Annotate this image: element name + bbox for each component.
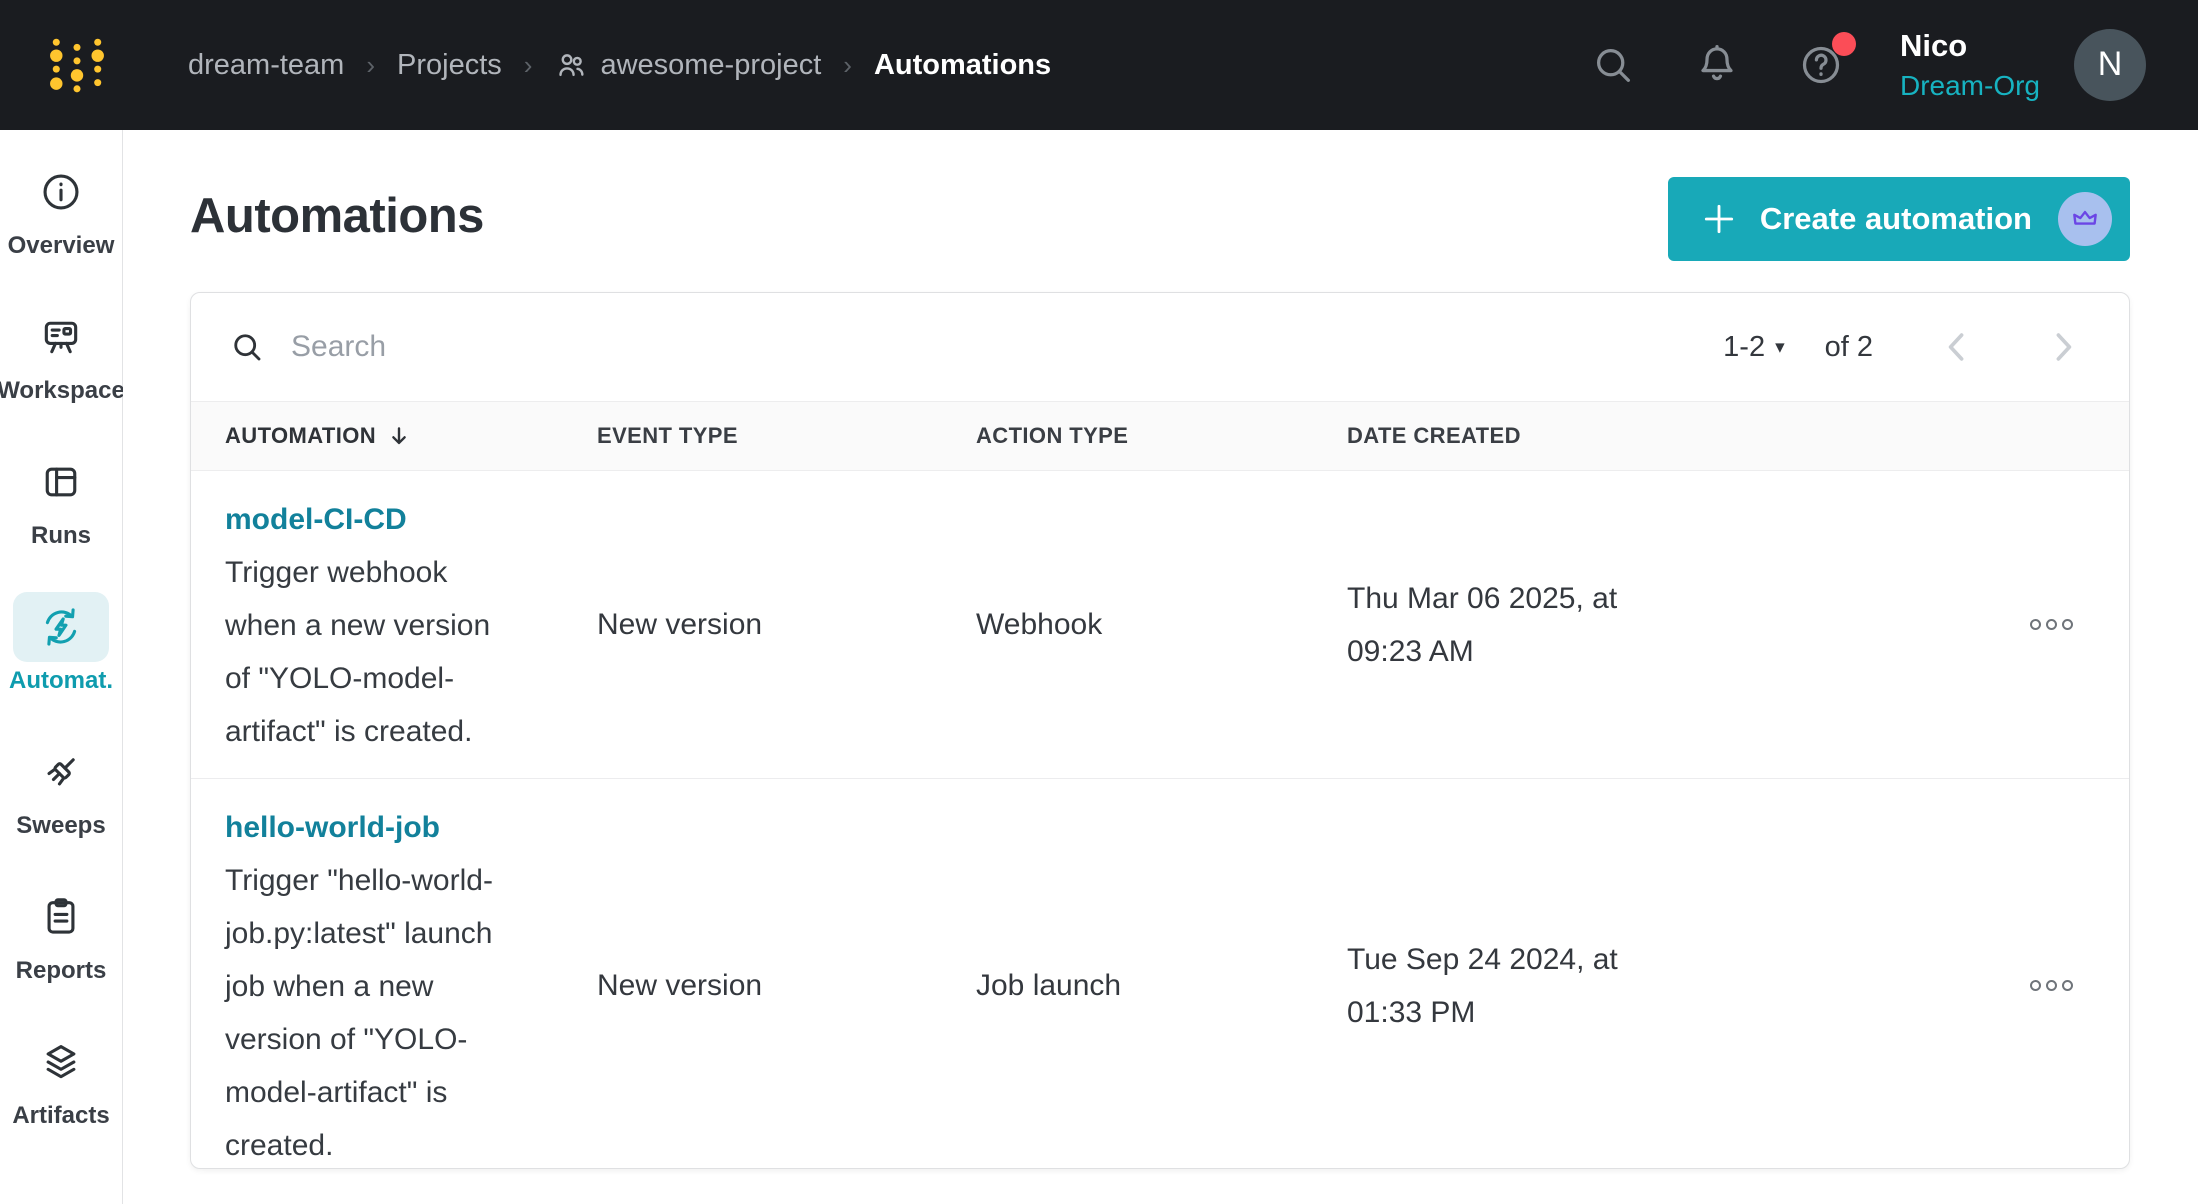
avatar[interactable]: N <box>2074 29 2146 101</box>
breadcrumb-separator: › <box>843 50 852 81</box>
sidebar-item-label: Automat. <box>9 667 113 695</box>
runs-table-icon <box>39 460 83 504</box>
team-people-icon <box>554 48 588 82</box>
breadcrumb-projects[interactable]: Projects <box>397 49 502 82</box>
premium-crown-badge <box>2058 192 2112 246</box>
breadcrumb-project-label: awesome-project <box>600 49 821 82</box>
date-created-cell: Thu Mar 06 2025, at 09:23 AM <box>1347 572 1657 678</box>
sidebar-item-label: Sweeps <box>16 812 105 840</box>
chevron-right-icon <box>2041 325 2085 369</box>
topbar: dream-team › Projects › awesome-project … <box>0 0 2198 130</box>
notifications-button[interactable] <box>1694 42 1740 88</box>
previous-page-button[interactable] <box>1935 325 1979 369</box>
next-page-button[interactable] <box>2041 325 2085 369</box>
info-icon <box>39 170 83 214</box>
column-header-action-type[interactable]: ACTION TYPE <box>976 423 1347 449</box>
breadcrumb-current-page[interactable]: Automations <box>874 49 1051 82</box>
ellipsis-menu-icon <box>2062 980 2073 991</box>
table-row: hello-world-job Trigger "hello-world-job… <box>191 779 2129 1169</box>
sidebar-item-label: Workspace <box>0 377 125 405</box>
breadcrumb-separator: › <box>366 50 375 81</box>
help-button[interactable] <box>1798 42 1844 88</box>
reports-clipboard-icon <box>39 895 83 939</box>
breadcrumb: dream-team › Projects › awesome-project … <box>188 48 1051 82</box>
main-content: Automations Create automation 1-2 ▾ of 2 <box>123 130 2198 1204</box>
page-title: Automations <box>190 188 484 244</box>
search-button[interactable] <box>1590 42 1636 88</box>
sweeps-broom-icon <box>39 750 83 794</box>
table-toolbar: 1-2 ▾ of 2 <box>191 293 2129 401</box>
search-icon <box>1590 42 1636 88</box>
event-type-cell: New version <box>597 608 976 642</box>
ellipsis-menu-icon <box>2030 619 2041 630</box>
row-menu-button[interactable] <box>2030 619 2129 630</box>
notification-dot <box>1832 32 1856 56</box>
bell-icon <box>1694 42 1740 88</box>
sidebar: Overview Workspace Runs Automat. <box>0 130 123 1204</box>
column-header-event-type[interactable]: EVENT TYPE <box>597 423 976 449</box>
automation-name-link[interactable]: hello-world-job <box>225 801 440 854</box>
ellipsis-menu-icon <box>2046 619 2057 630</box>
sidebar-item-automations[interactable]: Automat. <box>0 571 122 716</box>
search-input[interactable] <box>291 330 1723 364</box>
sidebar-item-label: Reports <box>16 957 107 985</box>
create-automation-label: Create automation <box>1760 201 2032 237</box>
artifacts-layers-icon <box>39 1040 83 1084</box>
chevron-left-icon <box>1935 325 1979 369</box>
pagination-range: 1-2 <box>1723 331 1765 364</box>
user-name: Nico <box>1900 25 1967 67</box>
ellipsis-menu-icon <box>2046 980 2057 991</box>
pagination: 1-2 ▾ of 2 <box>1723 325 2085 369</box>
automation-name-link[interactable]: model-CI-CD <box>225 493 407 546</box>
sidebar-item-overview[interactable]: Overview <box>0 136 122 281</box>
sidebar-item-reports[interactable]: Reports <box>0 861 122 1006</box>
table-row: model-CI-CD Trigger webhook when a new v… <box>191 471 2129 779</box>
automation-cell: model-CI-CD Trigger webhook when a new v… <box>225 471 597 778</box>
table-header-row: AUTOMATION EVENT TYPE ACTION TYPE DATE C… <box>191 401 2129 471</box>
sidebar-item-runs[interactable]: Runs <box>0 426 122 571</box>
breadcrumb-team[interactable]: dream-team <box>188 49 344 82</box>
topbar-actions: Nico Dream-Org N <box>1532 25 2198 105</box>
ellipsis-menu-icon <box>2062 619 2073 630</box>
automations-table-card: 1-2 ▾ of 2 AUTOMATION EVENT TYPE <box>190 292 2130 1169</box>
search-icon <box>229 329 265 365</box>
automations-cycle-bolt-icon <box>39 605 83 649</box>
automation-cell: hello-world-job Trigger "hello-world-job… <box>225 779 597 1169</box>
pagination-range-dropdown[interactable]: 1-2 ▾ <box>1723 331 1784 364</box>
column-header-date-created[interactable]: DATE CREATED <box>1347 423 1841 449</box>
workspace-easel-icon <box>39 315 83 359</box>
sort-descending-icon <box>386 423 412 449</box>
create-automation-button[interactable]: Create automation <box>1668 177 2130 261</box>
crown-icon <box>2069 203 2101 235</box>
breadcrumb-project[interactable]: awesome-project <box>554 48 821 82</box>
breadcrumb-separator: › <box>524 50 533 81</box>
sidebar-item-artifacts[interactable]: Artifacts <box>0 1006 122 1151</box>
event-type-cell: New version <box>597 969 976 1003</box>
column-header-automation[interactable]: AUTOMATION <box>225 423 597 449</box>
user-org: Dream-Org <box>1900 67 2040 105</box>
wandb-logo-icon[interactable] <box>48 36 106 94</box>
sidebar-item-workspace[interactable]: Workspace <box>0 281 122 426</box>
row-menu-button[interactable] <box>2030 980 2129 991</box>
column-header-label: AUTOMATION <box>225 423 376 449</box>
automation-description: Trigger webhook when a new version of "Y… <box>225 546 510 758</box>
pagination-total: of 2 <box>1825 331 1873 364</box>
account-menu[interactable]: Nico Dream-Org <box>1900 25 2040 105</box>
ellipsis-menu-icon <box>2030 980 2041 991</box>
caret-down-icon: ▾ <box>1775 336 1785 359</box>
date-created-cell: Tue Sep 24 2024, at 01:33 PM <box>1347 933 1657 1039</box>
action-type-cell: Webhook <box>976 608 1347 642</box>
sidebar-item-label: Artifacts <box>12 1102 109 1130</box>
sidebar-item-sweeps[interactable]: Sweeps <box>0 716 122 861</box>
automation-description: Trigger "hello-world-job.py:latest" laun… <box>225 854 510 1169</box>
sidebar-item-label: Runs <box>31 522 91 550</box>
plus-icon <box>1700 200 1738 238</box>
sidebar-item-label: Overview <box>8 232 115 260</box>
action-type-cell: Job launch <box>976 969 1347 1003</box>
